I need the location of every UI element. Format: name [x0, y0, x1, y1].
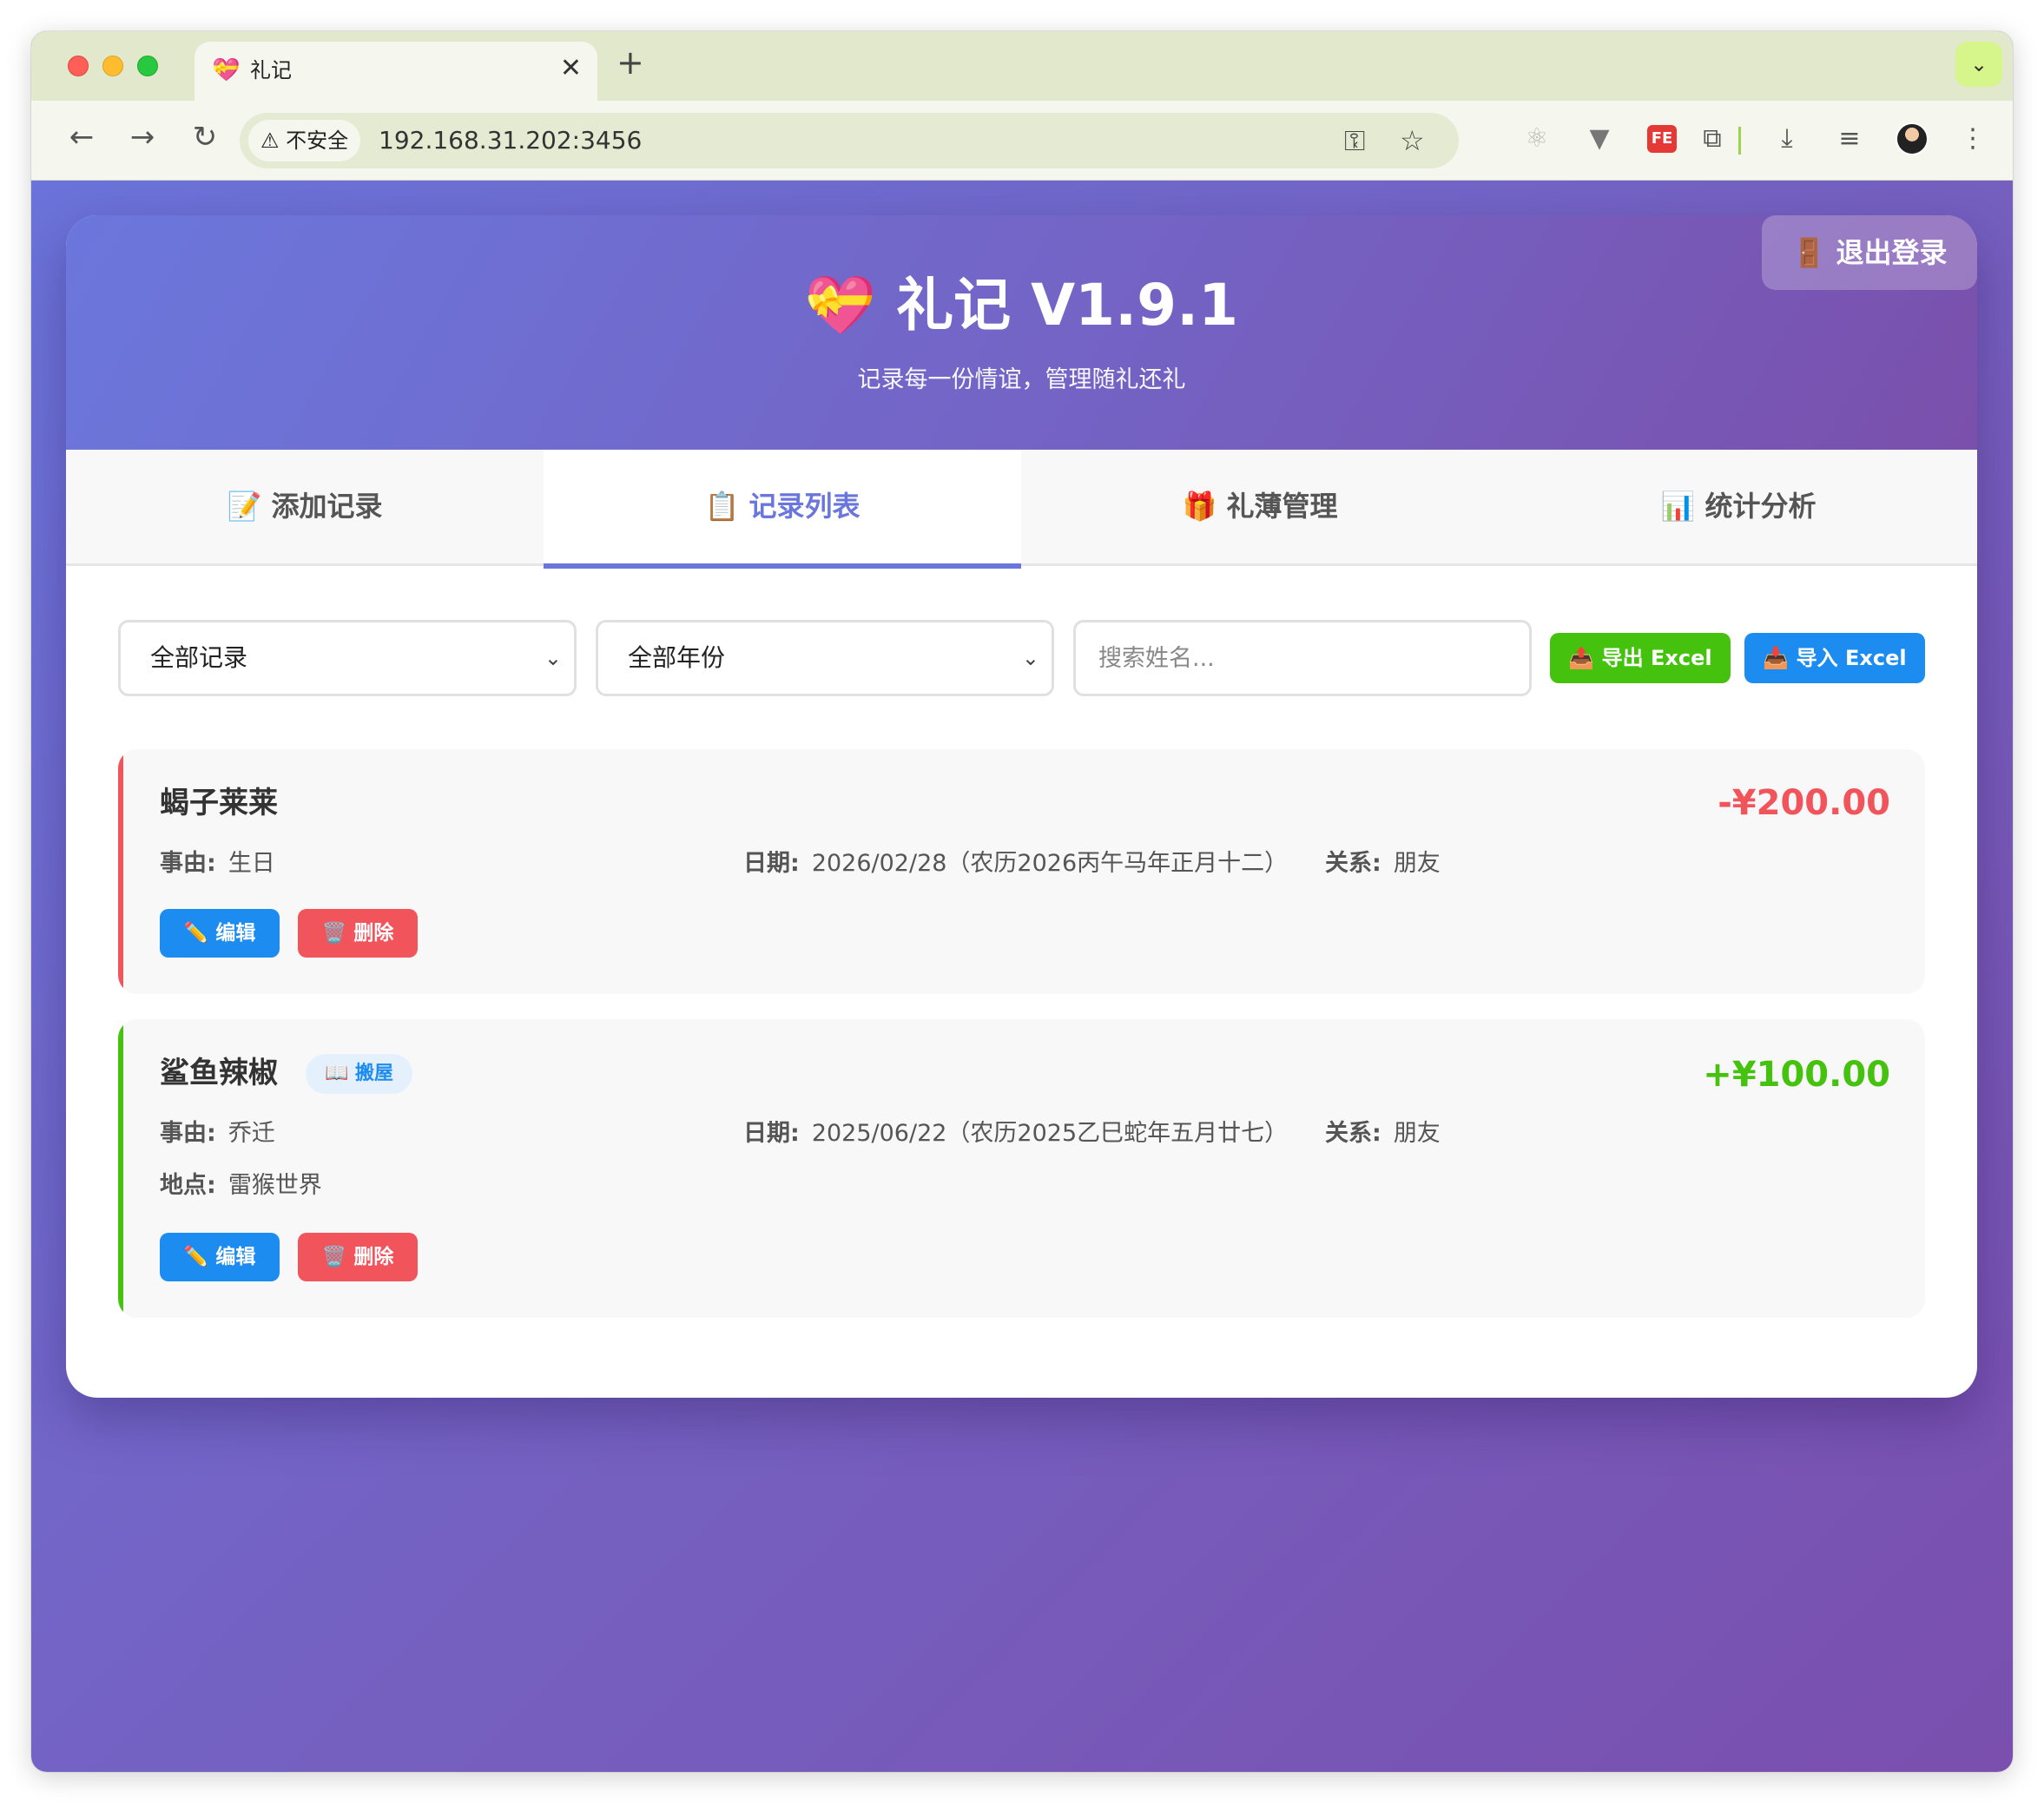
- tab-strip: 💝 礼记 ✕ + ⌄: [31, 31, 2013, 101]
- browser-tab[interactable]: 💝 礼记 ✕: [195, 42, 597, 101]
- record-date: 日期: 2026/02/28（农历2026丙午马年正月十二）: [743, 850, 1289, 877]
- heart-icon: 💝: [212, 57, 241, 83]
- fe-helper-icon[interactable]: FE: [1643, 120, 1681, 158]
- record-relation: 关系: 朋友: [1325, 1120, 1441, 1147]
- record-accent-bar: [118, 749, 123, 994]
- page-viewport: 🚪 退出登录 💝 礼记 V1.9.1 记录每一份情谊，管理随礼还礼 📝 添加记录…: [31, 181, 2013, 1772]
- edit-button[interactable]: ✏️ 编辑: [160, 909, 280, 958]
- browser-toolbar: ← → ↻ ⚠ 不安全 192.168.31.202:3456 ⚿ ☆ ⚛ ▼ …: [31, 101, 2013, 181]
- year-value: 全部年份: [628, 643, 726, 672]
- download-icon[interactable]: ⤓: [1768, 120, 1806, 158]
- app-subtitle: 记录每一份情谊，管理随礼还礼: [857, 366, 1186, 393]
- app-title: 礼记 V1.9.1: [896, 272, 1239, 339]
- forward-icon[interactable]: →: [123, 118, 162, 156]
- app-header: 🚪 退出登录 💝 礼记 V1.9.1 记录每一份情谊，管理随礼还礼: [66, 215, 1977, 450]
- record-date: 日期: 2025/06/22（农历2025乙巳蛇年五月廿七）: [743, 1120, 1289, 1147]
- record-reason: 事由: 乔迁: [160, 1120, 275, 1147]
- chevron-down-icon: ⌄: [1021, 646, 1039, 670]
- minimize-window-button[interactable]: [102, 56, 123, 76]
- back-icon[interactable]: ←: [63, 118, 101, 156]
- tab-statistics[interactable]: 📊 统计分析: [1500, 450, 1977, 566]
- chevron-down-icon: ⌄: [544, 646, 562, 670]
- record-amount: -¥200.00: [1718, 783, 1890, 823]
- record-location: 地点: 雷猴世界: [160, 1172, 322, 1199]
- more-menu-icon[interactable]: ⋮: [1954, 120, 1992, 158]
- page-title: 💝 礼记 V1.9.1: [66, 269, 1977, 342]
- profile-avatar-icon[interactable]: [1893, 120, 1931, 158]
- heart-gift-icon: 💝: [804, 272, 877, 339]
- reload-icon[interactable]: ↻: [186, 118, 224, 156]
- warning-icon: ⚠: [260, 128, 287, 153]
- record-type-select[interactable]: 全部记录 ⌄: [118, 620, 577, 696]
- record-reason: 事由: 生日: [160, 850, 275, 877]
- tab-title: 礼记: [250, 58, 292, 82]
- record-amount: +¥100.00: [1703, 1055, 1890, 1095]
- delete-button[interactable]: 🗑️ 删除: [298, 909, 418, 958]
- maximize-window-button[interactable]: [137, 56, 158, 76]
- address-bar[interactable]: ⚠ 不安全 192.168.31.202:3456 ⚿ ☆: [240, 113, 1459, 168]
- bookmark-star-icon[interactable]: ☆: [1400, 122, 1425, 160]
- react-devtools-icon[interactable]: ⚛: [1518, 120, 1556, 158]
- close-window-button[interactable]: [68, 56, 89, 76]
- main-tabs: 📝 添加记录 📋 记录列表 🎁 礼薄管理 📊 统计分析: [66, 450, 1977, 569]
- app-card: 🚪 退出登录 💝 礼记 V1.9.1 记录每一份情谊，管理随礼还礼 📝 添加记录…: [66, 215, 1977, 1398]
- edit-button[interactable]: ✏️ 编辑: [160, 1233, 280, 1281]
- record-accent-bar: [118, 1019, 123, 1318]
- import-excel-button[interactable]: 📥 导入 Excel: [1744, 633, 1925, 683]
- delete-button[interactable]: 🗑️ 删除: [298, 1233, 418, 1281]
- record-card: 鲨鱼辣椒 📖 搬屋 +¥100.00 事由: 乔迁 日期: 2025/06/22（农…: [118, 1019, 1925, 1318]
- record-card: 蝎子莱莱 -¥200.00 事由: 生日 日期: 2026/02/28（农历2026…: [118, 749, 1925, 994]
- export-excel-button[interactable]: 📤 导出 Excel: [1550, 633, 1731, 683]
- url-text[interactable]: 192.168.31.202:3456: [379, 113, 642, 168]
- vue-devtools-icon[interactable]: ▼: [1580, 120, 1619, 158]
- new-tab-icon[interactable]: +: [616, 45, 644, 80]
- security-label: 不安全: [286, 128, 349, 153]
- security-chip[interactable]: ⚠ 不安全: [248, 120, 361, 161]
- toolbar-divider: [1738, 127, 1741, 155]
- record-relation: 关系: 朋友: [1325, 850, 1441, 877]
- record-tag-badge: 📖 搬屋: [306, 1054, 413, 1094]
- search-name-input[interactable]: [1073, 620, 1532, 696]
- tab-record-list[interactable]: 📋 记录列表: [544, 450, 1021, 569]
- close-tab-icon[interactable]: ✕: [560, 54, 582, 83]
- tab-gift-book[interactable]: 🎁 礼薄管理: [1021, 450, 1499, 566]
- tab-search-chevron-icon[interactable]: ⌄: [1955, 42, 2002, 87]
- media-controls-icon[interactable]: ≡: [1830, 120, 1869, 158]
- key-icon[interactable]: ⚿: [1344, 122, 1365, 160]
- year-select[interactable]: 全部年份 ⌄: [596, 620, 1054, 696]
- record-name: 蝎子莱莱: [160, 786, 278, 820]
- record-type-value: 全部记录: [150, 643, 248, 672]
- tab-add-record[interactable]: 📝 添加记录: [66, 450, 544, 566]
- browser-window: 💝 礼记 ✕ + ⌄ ← → ↻ ⚠ 不安全 192.168.31.202:34…: [31, 31, 2013, 1772]
- record-name: 鲨鱼辣椒: [160, 1056, 278, 1090]
- extensions-puzzle-icon[interactable]: ⧉: [1693, 120, 1731, 158]
